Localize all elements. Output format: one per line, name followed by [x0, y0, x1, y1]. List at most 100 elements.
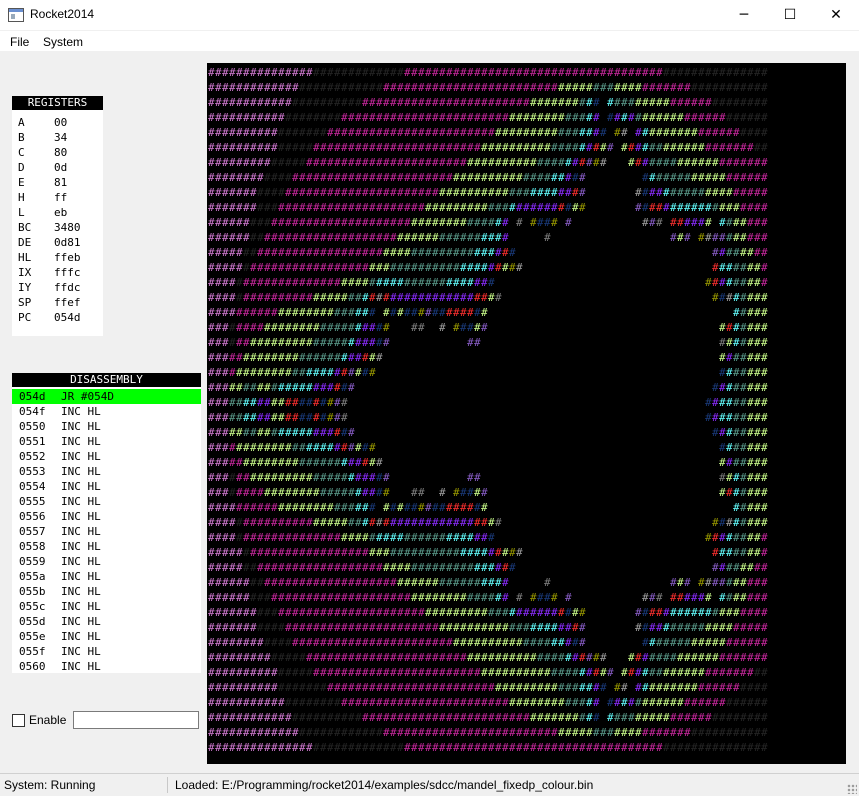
disassembly-row[interactable]: 055e INC HL — [12, 629, 201, 644]
screen-glyph: # — [551, 216, 558, 229]
screen-glyph: # — [250, 141, 257, 154]
maximize-button[interactable]: ☐ — [767, 0, 813, 30]
screen-glyph: # — [215, 216, 222, 229]
screen-glyph: # — [740, 381, 747, 394]
screen-glyph: # — [264, 516, 271, 529]
screen-glyph: # — [355, 306, 362, 319]
screen-glyph: # — [236, 741, 243, 754]
screen-glyph: # — [404, 621, 411, 634]
screen-glyph: # — [418, 636, 425, 649]
screen-glyph: # — [278, 336, 285, 349]
screen-glyph: # — [257, 651, 264, 664]
menu-system[interactable]: System — [43, 35, 83, 49]
screen-glyph: # — [292, 726, 299, 739]
resize-grip[interactable] — [847, 784, 857, 794]
screen-glyph: # — [677, 621, 684, 634]
screen-glyph: # — [572, 666, 579, 679]
disassembly-row[interactable]: 054f INC HL — [12, 404, 201, 419]
screen-glyph: # — [733, 141, 740, 154]
screen-glyph: # — [656, 636, 663, 649]
screen-glyph: # — [565, 156, 572, 169]
screen-glyph: # — [404, 546, 411, 559]
screen-glyph: # — [215, 411, 222, 424]
disassembly-row[interactable]: 0560 INC HL — [12, 659, 201, 673]
screen-glyph: # — [670, 636, 677, 649]
screen-glyph: # — [600, 81, 607, 94]
screen-glyph: # — [348, 66, 355, 79]
screen-glyph: # — [306, 246, 313, 259]
screen-glyph: # — [649, 666, 656, 679]
disassembly-row[interactable]: 0557 INC HL — [12, 524, 201, 539]
disassembly-current-row[interactable]: 054d JR #054D — [12, 389, 201, 404]
disassembly-row[interactable]: 055c INC HL — [12, 599, 201, 614]
screen-glyph: # — [362, 201, 369, 214]
enable-checkbox[interactable] — [12, 714, 25, 727]
screen-glyph: # — [761, 426, 768, 439]
screen-glyph: # — [439, 216, 446, 229]
screen-glyph: # — [334, 726, 341, 739]
screen-glyph: # — [558, 156, 565, 169]
screen-glyph: # — [460, 141, 467, 154]
screen-glyph: # — [418, 291, 425, 304]
screen-glyph: # — [656, 591, 663, 604]
disassembly-row[interactable]: 0556 INC HL — [12, 509, 201, 524]
disassembly-row[interactable]: 055f INC HL — [12, 644, 201, 659]
screen-glyph: # — [278, 261, 285, 274]
screen-glyph: # — [229, 306, 236, 319]
screen-glyph: # — [705, 411, 712, 424]
disassembly-panel[interactable]: DISASSEMBLY 054d JR #054D 054f INC HL 0550 IN… — [12, 373, 201, 673]
screen-glyph: # — [397, 666, 404, 679]
disassembly-row[interactable]: 0552 INC HL — [12, 449, 201, 464]
screen-glyph: # — [733, 636, 740, 649]
minimize-button[interactable]: ─ — [721, 0, 767, 30]
screen-glyph: # — [236, 501, 243, 514]
screen-glyph: # — [607, 66, 614, 79]
screen-glyph: # — [495, 561, 502, 574]
disassembly-row[interactable]: 0550 INC HL — [12, 419, 201, 434]
screen-glyph: # — [320, 351, 327, 364]
menu-file[interactable]: File — [10, 35, 29, 49]
screen-glyph: # — [362, 441, 369, 454]
disassembly-row[interactable]: 0559 INC HL — [12, 554, 201, 569]
screen-glyph: # — [712, 411, 719, 424]
screen-glyph: # — [474, 201, 481, 214]
disassembly-row[interactable]: 0555 INC HL — [12, 494, 201, 509]
screen-glyph: # — [432, 201, 439, 214]
screen-glyph: # — [754, 306, 761, 319]
screen-glyph: # — [439, 231, 446, 244]
screen-glyph: # — [215, 696, 222, 709]
screen-glyph: # — [334, 141, 341, 154]
screen-glyph: # — [600, 681, 607, 694]
screen-glyph: # — [236, 201, 243, 214]
screen-glyph: # — [404, 696, 411, 709]
close-button[interactable]: ✕ — [813, 0, 859, 30]
screen-glyph: # — [467, 306, 474, 319]
screen-glyph: # — [642, 96, 649, 109]
disassembly-row[interactable]: 055b INC HL — [12, 584, 201, 599]
screen-glyph: # — [397, 111, 404, 124]
screen-glyph: # — [362, 726, 369, 739]
disassembly-row[interactable]: 0558 INC HL — [12, 539, 201, 554]
disassembly-row[interactable]: 055d INC HL — [12, 614, 201, 629]
screen-glyph: # — [334, 171, 341, 184]
disassembly-row[interactable]: 055a INC HL — [12, 569, 201, 584]
screen-glyph: # — [684, 741, 691, 754]
screen-glyph: # — [502, 66, 509, 79]
screen-glyph: # — [656, 216, 663, 229]
screen-glyph: # — [397, 141, 404, 154]
screen-glyph: # — [369, 741, 376, 754]
screen-glyph: # — [376, 471, 383, 484]
screen-glyph: # — [432, 576, 439, 589]
register-row: C 80 — [12, 145, 103, 160]
screen-glyph: # — [285, 216, 292, 229]
breakpoint-address-input[interactable] — [73, 711, 199, 729]
screen-glyph: # — [411, 216, 418, 229]
screen-glyph: # — [222, 741, 229, 754]
screen-glyph: # — [446, 276, 453, 289]
screen-glyph: # — [460, 561, 467, 574]
disassembly-row[interactable]: 0553 INC HL — [12, 464, 201, 479]
disassembly-row[interactable]: 0551 INC HL — [12, 434, 201, 449]
disassembly-row[interactable]: 0554 INC HL — [12, 479, 201, 494]
screen-glyph: # — [719, 666, 726, 679]
screen-glyph: # — [460, 546, 467, 559]
